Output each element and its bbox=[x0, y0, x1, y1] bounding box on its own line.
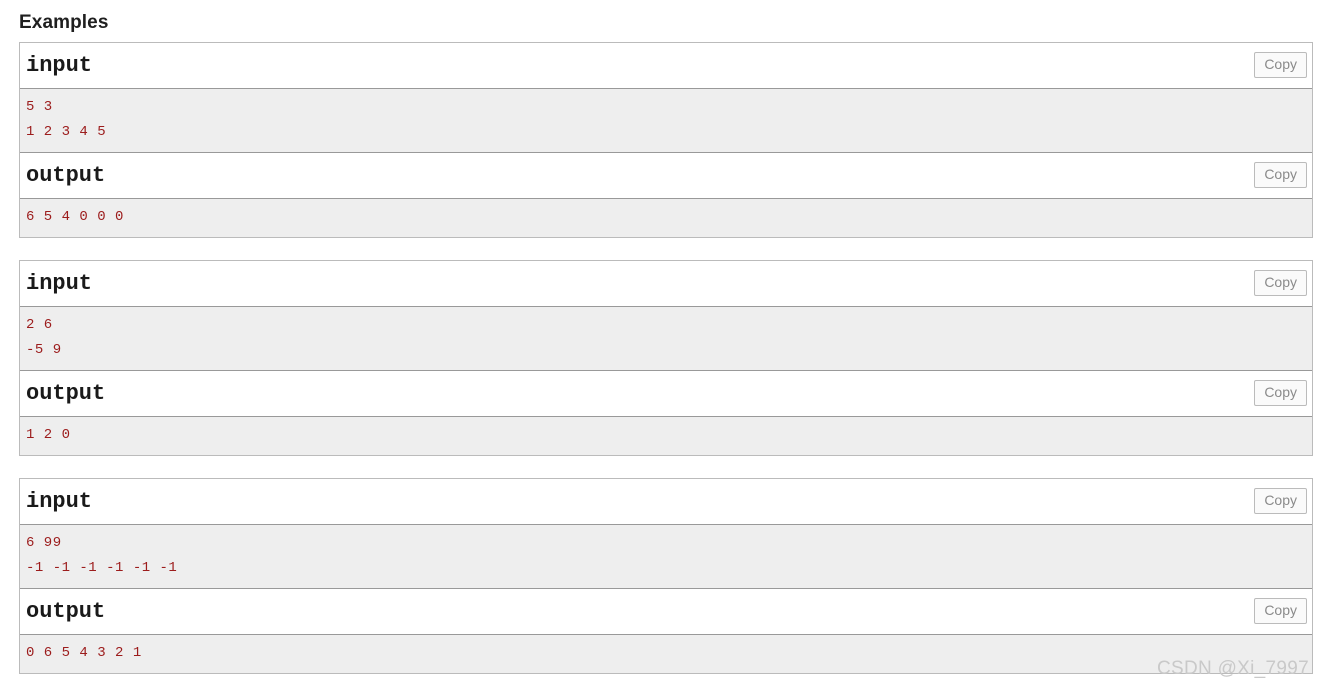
input-header-2: input Copy bbox=[20, 261, 1312, 306]
copy-output-button-1[interactable]: Copy bbox=[1254, 162, 1307, 188]
output-content-1: 6 5 4 0 0 0 bbox=[20, 198, 1312, 237]
copy-input-button-1[interactable]: Copy bbox=[1254, 52, 1307, 78]
copy-input-button-3[interactable]: Copy bbox=[1254, 488, 1307, 514]
output-content-2: 1 2 0 bbox=[20, 416, 1312, 455]
sample-test-1: input Copy 5 3 1 2 3 4 5 output Copy 6 5… bbox=[19, 42, 1313, 238]
copy-output-button-3[interactable]: Copy bbox=[1254, 598, 1307, 624]
output-label-3: output bbox=[26, 599, 106, 624]
sample-tests-list: input Copy 5 3 1 2 3 4 5 output Copy 6 5… bbox=[0, 42, 1333, 674]
input-label-2: input bbox=[26, 271, 93, 296]
copy-output-button-2[interactable]: Copy bbox=[1254, 380, 1307, 406]
sample-test-3: input Copy 6 99 -1 -1 -1 -1 -1 -1 output… bbox=[19, 478, 1313, 674]
input-label-3: input bbox=[26, 489, 93, 514]
input-header-3: input Copy bbox=[20, 479, 1312, 524]
page-title: Examples bbox=[19, 12, 109, 33]
output-label-1: output bbox=[26, 163, 106, 188]
copy-input-button-2[interactable]: Copy bbox=[1254, 270, 1307, 296]
output-content-3: 0 6 5 4 3 2 1 bbox=[20, 634, 1312, 673]
output-header-1: output Copy bbox=[20, 153, 1312, 198]
input-label-1: input bbox=[26, 53, 93, 78]
output-header-2: output Copy bbox=[20, 371, 1312, 416]
watermark-label: CSDN @Xi_7997 bbox=[1156, 658, 1309, 679]
examples-page: Examples input Copy 5 3 1 2 3 4 5 output… bbox=[0, 0, 1333, 679]
input-content-3: 6 99 -1 -1 -1 -1 -1 -1 bbox=[20, 524, 1312, 589]
sample-test-2: input Copy 2 6 -5 9 output Copy 1 2 0 bbox=[19, 260, 1313, 456]
input-header-1: input Copy bbox=[20, 43, 1312, 88]
input-content-1: 5 3 1 2 3 4 5 bbox=[20, 88, 1312, 153]
input-content-2: 2 6 -5 9 bbox=[20, 306, 1312, 371]
output-header-3: output Copy bbox=[20, 589, 1312, 634]
output-label-2: output bbox=[26, 381, 106, 406]
